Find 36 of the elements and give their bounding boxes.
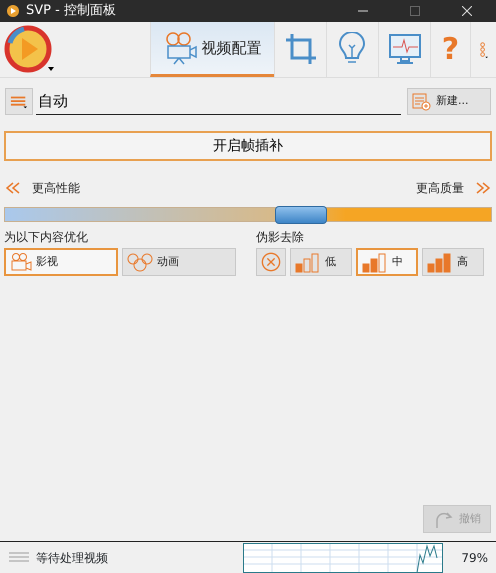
off-button[interactable]: [256, 248, 286, 276]
enable-interpolation-button[interactable]: 开启帧插补: [4, 131, 492, 161]
bars-icon: [362, 252, 388, 272]
quality-slider[interactable]: [4, 207, 492, 222]
list-icon: [8, 550, 30, 564]
section-title: 伪影去除: [256, 229, 306, 246]
bars-icon: [295, 252, 322, 272]
profile-menu-button[interactable]: [5, 88, 33, 115]
cancel-icon: [261, 251, 282, 273]
performance-label: 更高性能: [32, 180, 81, 197]
play-logo-icon[interactable]: [4, 25, 56, 73]
movie-camera-icon: [10, 252, 32, 272]
profile-name-field[interactable]: 自动: [36, 88, 401, 114]
new-profile-button[interactable]: 新建...: [407, 88, 491, 115]
section-title: 为以下内容优化: [4, 229, 89, 246]
maximize-icon: [410, 6, 420, 16]
list-icon: [10, 94, 28, 110]
slider-thumb[interactable]: [275, 206, 328, 224]
mouse-ears-icon: [127, 252, 153, 272]
app-logo-icon: [6, 4, 20, 18]
movie-camera-icon: [164, 30, 198, 66]
option-button[interactable]: 低: [290, 248, 352, 276]
new-document-icon: [412, 92, 432, 110]
window-title: SVP - 控制面板: [26, 2, 117, 20]
close-icon: [462, 6, 472, 16]
option-button[interactable]: 高: [422, 248, 484, 276]
cpu-percent: 79%: [461, 550, 488, 566]
quality-label: 更高质量: [416, 180, 464, 197]
option-button[interactable]: 影视: [4, 248, 118, 276]
bars-icon: [427, 252, 454, 272]
status-text: 等待处理视频: [36, 550, 109, 566]
fast-forward-icon[interactable]: [476, 182, 490, 194]
video-tab[interactable]: 视频配置: [150, 22, 274, 77]
option-button[interactable]: 动画: [122, 248, 236, 276]
option-button[interactable]: 中: [356, 248, 418, 276]
rewind-icon[interactable]: [6, 182, 20, 194]
